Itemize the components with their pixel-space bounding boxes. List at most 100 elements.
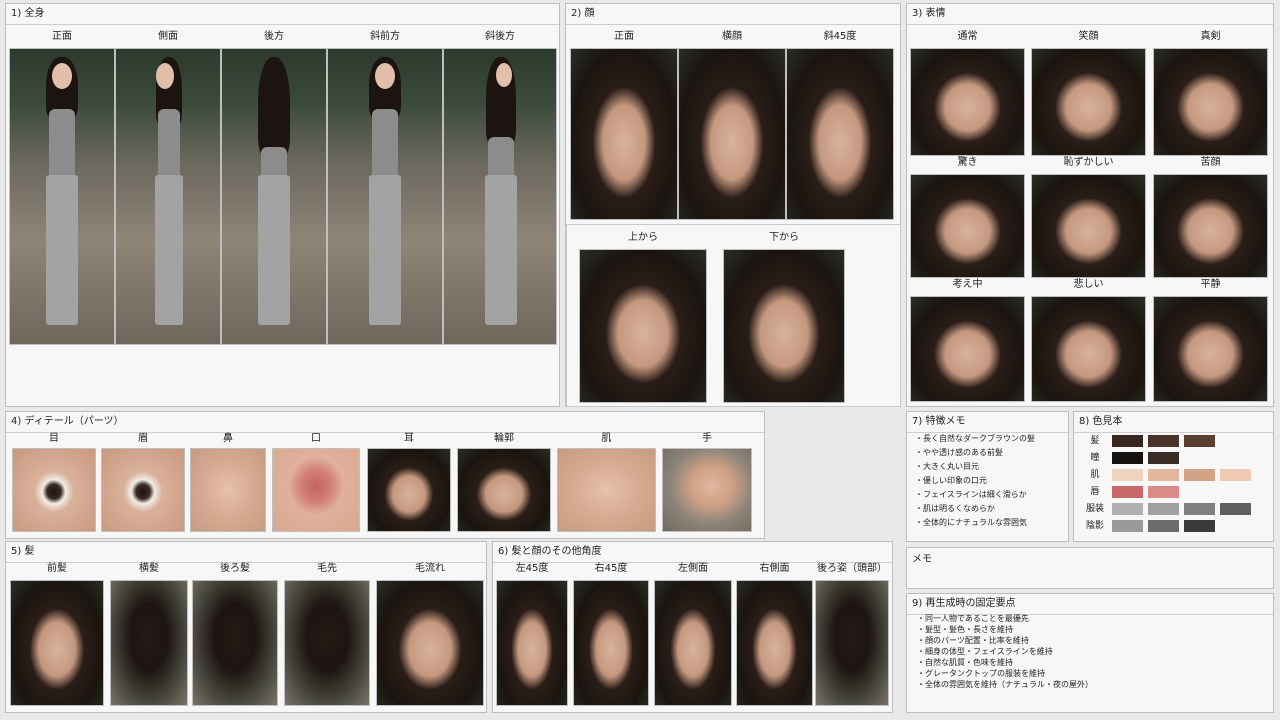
cell-label: 後ろ髪 (220, 563, 250, 574)
hair-flow[interactable]: 毛流れ (376, 560, 484, 706)
cell-label: 後方 (264, 31, 284, 42)
detail-nose[interactable]: 鼻 (190, 430, 266, 532)
color-swatch[interactable] (1148, 469, 1179, 481)
angle-left-side[interactable]: 左側面 (654, 560, 732, 706)
photo-hair-back (192, 580, 278, 706)
expression-thinking[interactable]: 考え中 (910, 276, 1025, 402)
face-from-above[interactable]: 上から (579, 229, 707, 403)
color-swatch[interactable] (1184, 503, 1215, 515)
feature-note: ・優しい印象の口元 (915, 476, 987, 485)
angle-back-head[interactable]: 後ろ姿（頭部） (815, 560, 889, 706)
photo-full-body-front (9, 48, 115, 345)
expression-normal[interactable]: 通常 (910, 28, 1025, 156)
panel-fixed-points: 9) 再生成時の固定要点 ・同一人物であることを最優先 ・髪型・髪色・長さを維持… (906, 593, 1274, 713)
panel-title: メモ (912, 554, 932, 565)
color-swatch[interactable] (1184, 469, 1215, 481)
photo-detail-nose (190, 448, 266, 532)
full-body-side[interactable]: 側面 (115, 28, 221, 345)
cell-label: 上から (628, 232, 658, 243)
color-swatch[interactable] (1148, 503, 1179, 515)
panel-hair: 5) 髪 前髪 横髪 後ろ髪 毛先 毛流れ (5, 541, 487, 713)
hair-bangs[interactable]: 前髪 (10, 560, 104, 706)
color-swatch[interactable] (1112, 452, 1143, 464)
expression-sad[interactable]: 悲しい (1031, 276, 1146, 402)
color-swatch[interactable] (1148, 435, 1179, 447)
photo-angle-left-45 (496, 580, 568, 706)
photo-full-body-back (221, 48, 327, 345)
face-profile[interactable]: 横顔 (678, 28, 786, 220)
hair-side[interactable]: 横髪 (110, 560, 188, 706)
swatch-row: 瞳 (1080, 451, 1260, 465)
photo-face-profile (678, 48, 786, 220)
color-swatch[interactable] (1112, 520, 1143, 532)
feature-note: ・肌は明るくなめらか (915, 504, 995, 513)
angle-right-45[interactable]: 右45度 (573, 560, 649, 706)
swatch-row: 肌 (1080, 468, 1260, 482)
face-45-degree[interactable]: 斜45度 (786, 28, 894, 220)
detail-skin[interactable]: 肌 (557, 430, 656, 532)
detail-hand[interactable]: 手 (662, 430, 752, 532)
cell-label: 右45度 (594, 563, 628, 574)
expression-serious[interactable]: 真剣 (1153, 28, 1268, 156)
cell-label: 前髪 (47, 563, 67, 574)
cell-label: 耳 (404, 433, 414, 444)
cell-label: 口 (311, 433, 321, 444)
photo-expression-thinking (910, 296, 1025, 402)
cell-label: 鼻 (223, 433, 233, 444)
full-body-front-oblique[interactable]: 斜前方 (327, 28, 443, 345)
full-body-back-oblique[interactable]: 斜後方 (443, 28, 557, 345)
detail-contour[interactable]: 輪郭 (457, 430, 551, 532)
color-swatch[interactable] (1220, 469, 1251, 481)
color-swatch[interactable] (1112, 503, 1143, 515)
detail-ear[interactable]: 耳 (367, 430, 451, 532)
angle-left-45[interactable]: 左45度 (496, 560, 568, 706)
expression-pained[interactable]: 苦顔 (1153, 154, 1268, 278)
hair-tips[interactable]: 毛先 (284, 560, 370, 706)
cell-label: 横顔 (722, 31, 742, 42)
expression-embarrassed[interactable]: 恥ずかしい (1031, 154, 1146, 278)
color-swatch[interactable] (1148, 486, 1179, 498)
swatch-label: 髪 (1090, 436, 1100, 446)
full-body-back[interactable]: 後方 (221, 28, 327, 345)
cell-label: 驚き (957, 157, 978, 168)
photo-detail-eye (12, 448, 96, 532)
photo-angle-back-head (815, 580, 889, 706)
color-swatch[interactable] (1112, 469, 1143, 481)
panel-memo: メモ (906, 547, 1274, 589)
color-swatch[interactable] (1184, 435, 1215, 447)
photo-angle-right-side (736, 580, 813, 706)
cell-label: 目 (49, 433, 59, 444)
fixed-point: ・自然な肌質・色味を維持 (917, 658, 1013, 667)
color-swatch[interactable] (1148, 520, 1179, 532)
cell-label: 正面 (52, 31, 72, 42)
photo-face-from-below (723, 249, 845, 403)
detail-eye[interactable]: 目 (12, 430, 96, 532)
color-swatch[interactable] (1112, 486, 1143, 498)
color-swatch[interactable] (1184, 520, 1215, 532)
panel-title: 2) 顔 (571, 8, 595, 19)
full-body-front[interactable]: 正面 (9, 28, 115, 345)
color-swatch[interactable] (1220, 503, 1251, 515)
photo-expression-smile (1031, 48, 1146, 156)
photo-expression-embarrassed (1031, 174, 1146, 278)
expression-calm[interactable]: 平静 (1153, 276, 1268, 402)
panel-full-body: 1) 全身 正面 側面 後方 斜前方 斜後方 (5, 3, 560, 407)
photo-expression-serious (1153, 48, 1268, 156)
color-swatch[interactable] (1112, 435, 1143, 447)
photo-detail-contour (457, 448, 551, 532)
expression-surprised[interactable]: 驚き (910, 154, 1025, 278)
detail-eyebrow[interactable]: 眉 (101, 430, 185, 532)
feature-note: ・フェイスラインは細く滑らか (915, 490, 1027, 499)
panel-color-swatches: 8) 色見本 髪瞳肌唇服装 陰影 (1073, 411, 1274, 542)
face-from-below[interactable]: 下から (723, 229, 845, 403)
color-swatch[interactable] (1148, 452, 1179, 464)
photo-full-body-side (115, 48, 221, 345)
swatch-row: 唇 (1080, 485, 1260, 499)
photo-detail-eyebrow (101, 448, 185, 532)
panel-title: 1) 全身 (11, 8, 45, 19)
detail-mouth[interactable]: 口 (272, 430, 360, 532)
face-front[interactable]: 正面 (570, 28, 678, 220)
expression-smile[interactable]: 笑顔 (1031, 28, 1146, 156)
hair-back[interactable]: 後ろ髪 (192, 560, 278, 706)
angle-right-side[interactable]: 右側面 (736, 560, 813, 706)
